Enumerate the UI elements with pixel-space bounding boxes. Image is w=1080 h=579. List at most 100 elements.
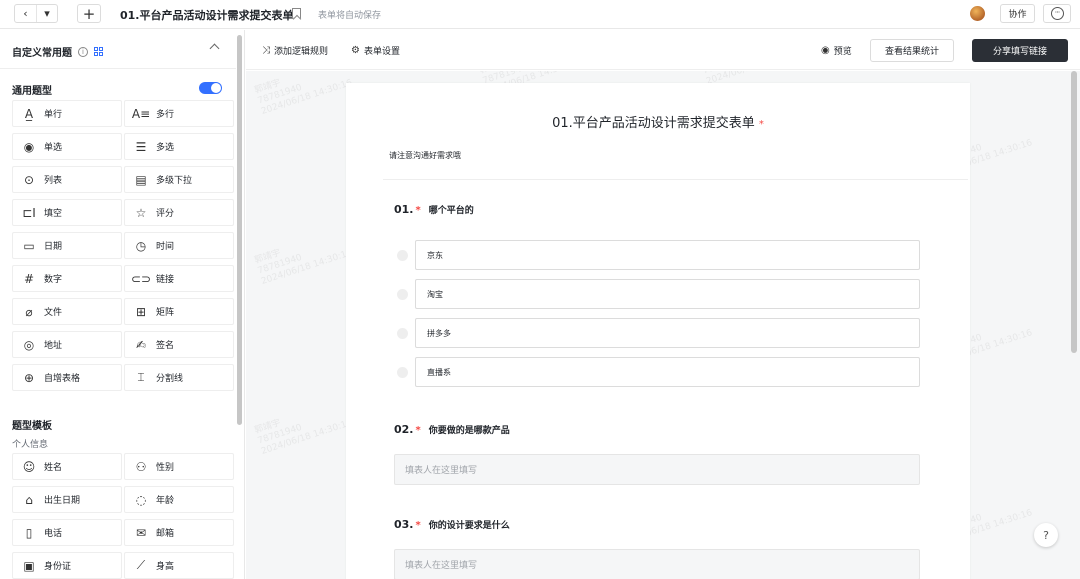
question-text: 你的设计要求是什么 <box>428 521 510 531</box>
question-type-hash[interactable]: # 数字 <box>12 265 122 292</box>
sidebar-title: 自定义常用题 <box>12 48 72 59</box>
question-type-age[interactable]: ◌ 年龄 <box>124 486 234 513</box>
option-input[interactable]: 直播系 <box>415 357 920 387</box>
nav-group: ‹ ▾ <box>14 4 58 23</box>
share-link-button[interactable]: 分享填写链接 <box>972 39 1068 62</box>
preview-button[interactable]: ◉ 预览 <box>821 44 852 57</box>
template-title: 题型模板 <box>12 421 52 432</box>
single-line-icon: A̲ <box>24 106 34 121</box>
matrix-icon: ⊞ <box>135 304 147 319</box>
option-input[interactable]: 京东 <box>415 240 920 270</box>
question-type-label: 多选 <box>156 143 175 153</box>
hash-icon: # <box>23 271 35 286</box>
dropdown-list-icon: ⊙ <box>23 172 35 187</box>
back-button[interactable]: ‹ <box>15 5 36 22</box>
question-type-calendar[interactable]: ▭ 日期 <box>12 232 122 259</box>
gender-icon: ⚇ <box>135 459 147 474</box>
add-button[interactable]: + <box>77 4 101 23</box>
form-canvas: 郭靖宇 78781940 2024/06/18 14:30:16 郭靖宇 7878… <box>246 71 1080 579</box>
checklist-icon: ☰ <box>135 139 147 154</box>
question-type-ruler[interactable]: ⟋ 身高 <box>124 552 234 579</box>
multi-line-icon: A≡ <box>131 106 151 121</box>
question-number: 03. <box>394 518 414 531</box>
question-type-table-add[interactable]: ⊕ 自增表格 <box>12 364 122 391</box>
canvas-scrollbar[interactable] <box>1071 71 1077 353</box>
question-type-single-line[interactable]: A̲ 单行 <box>12 100 122 127</box>
question-text: 哪个平台的 <box>428 206 474 216</box>
question-type-star[interactable]: ☆ 评分 <box>124 199 234 226</box>
question-type-signature[interactable]: ✍ 签名 <box>124 331 234 358</box>
question-type-user-circle[interactable]: ☺ 姓名 <box>12 453 122 480</box>
more-button[interactable]: ··· <box>1043 4 1071 23</box>
form-settings-label: 表单设置 <box>363 47 400 57</box>
fill-blank-icon: ⊏I <box>22 205 36 220</box>
question-type-label: 地址 <box>44 341 63 351</box>
add-logic-rule-button[interactable]: ⤨ 添加逻辑规则 <box>262 44 328 57</box>
question-type-paperclip[interactable]: ⌀ 文件 <box>12 298 122 325</box>
option-radio[interactable] <box>397 250 408 261</box>
question-type-location-pin[interactable]: ◎ 地址 <box>12 331 122 358</box>
sidebar-header: 自定义常用题 i <box>12 44 104 59</box>
question-type-gender[interactable]: ⚇ 性别 <box>124 453 234 480</box>
star-icon: ☆ <box>135 205 147 220</box>
option-radio[interactable] <box>397 289 408 300</box>
view-stats-button[interactable]: 查看结果统计 <box>870 39 954 62</box>
question-type-label: 单选 <box>44 143 63 153</box>
question-type-checklist[interactable]: ☰ 多选 <box>124 133 234 160</box>
question-type-fill-blank[interactable]: ⊏I 填空 <box>12 199 122 226</box>
option-radio[interactable] <box>397 328 408 339</box>
info-icon[interactable]: i <box>78 46 88 57</box>
option-radio[interactable] <box>397 367 408 378</box>
question-type-mail[interactable]: ✉ 邮箱 <box>124 519 234 546</box>
question-type-label: 矩阵 <box>156 308 175 318</box>
cascade-dropdown-icon: ▤ <box>135 172 147 187</box>
history-dropdown-button[interactable]: ▾ <box>36 5 57 22</box>
form-description[interactable]: 请注意沟通好需求哦 <box>389 150 461 161</box>
question-type-radio[interactable]: ◉ 单选 <box>12 133 122 160</box>
option-input[interactable]: 拼多多 <box>415 318 920 348</box>
option-input[interactable]: 淘宝 <box>415 279 920 309</box>
collaborate-button[interactable]: 协作 <box>1000 4 1035 23</box>
question-2-label[interactable]: 02. * 你要做的是哪款产品 <box>394 423 510 436</box>
general-types-toggle[interactable] <box>199 82 222 94</box>
question-2-input[interactable]: 填表人在这里填写 <box>394 454 920 485</box>
autosave-status: 表单将自动保存 <box>318 11 382 21</box>
question-3-input[interactable]: 填表人在这里填写 <box>394 549 920 579</box>
layout-grid-icon[interactable] <box>94 46 104 57</box>
question-type-label: 单行 <box>44 110 63 120</box>
question-type-phone[interactable]: ▯ 电话 <box>12 519 122 546</box>
question-type-cake[interactable]: ⌂ 出生日期 <box>12 486 122 513</box>
bookmark-icon[interactable] <box>292 8 301 19</box>
watermark: 郭靖宇 78781940 2024/06/18 14:30:16 <box>253 248 354 287</box>
form-settings-button[interactable]: ⚙ 表单设置 <box>351 44 400 57</box>
preview-label: 预览 <box>833 47 852 57</box>
collapse-chevron-icon[interactable] <box>209 43 220 54</box>
question-type-label: 年龄 <box>156 496 175 506</box>
divider <box>0 68 236 69</box>
id-card-icon: ▣ <box>23 558 35 573</box>
question-type-label: 邮箱 <box>156 529 175 539</box>
required-mark: * <box>758 119 764 130</box>
question-type-label: 多级下拉 <box>156 176 193 186</box>
age-icon: ◌ <box>135 492 147 507</box>
question-type-dropdown-list[interactable]: ⊙ 列表 <box>12 166 122 193</box>
question-type-clock[interactable]: ◷ 时间 <box>124 232 234 259</box>
more-icon: ··· <box>1050 7 1064 20</box>
question-type-label: 分割线 <box>156 374 184 384</box>
question-3-label[interactable]: 03. * 你的设计要求是什么 <box>394 518 510 531</box>
table-add-icon: ⊕ <box>23 370 35 385</box>
question-type-id-card[interactable]: ▣ 身份证 <box>12 552 122 579</box>
question-type-label: 出生日期 <box>44 496 81 506</box>
question-type-cascade-dropdown[interactable]: ▤ 多级下拉 <box>124 166 234 193</box>
form-card: 01.平台产品活动设计需求提交表单 * 请注意沟通好需求哦 01. * 哪个平台… <box>346 83 970 579</box>
question-type-divider[interactable]: ⌶ 分割线 <box>124 364 234 391</box>
question-type-matrix[interactable]: ⊞ 矩阵 <box>124 298 234 325</box>
question-1-label[interactable]: 01. * 哪个平台的 <box>394 203 474 216</box>
sidebar-scrollbar[interactable] <box>237 35 242 425</box>
help-button[interactable]: ? <box>1034 523 1058 547</box>
form-title[interactable]: 01.平台产品活动设计需求提交表单 * <box>346 112 970 131</box>
radio-icon: ◉ <box>23 139 35 154</box>
question-type-multi-line[interactable]: A≡ 多行 <box>124 100 234 127</box>
avatar[interactable] <box>970 6 985 21</box>
question-type-link[interactable]: ⊂⊃ 链接 <box>124 265 234 292</box>
